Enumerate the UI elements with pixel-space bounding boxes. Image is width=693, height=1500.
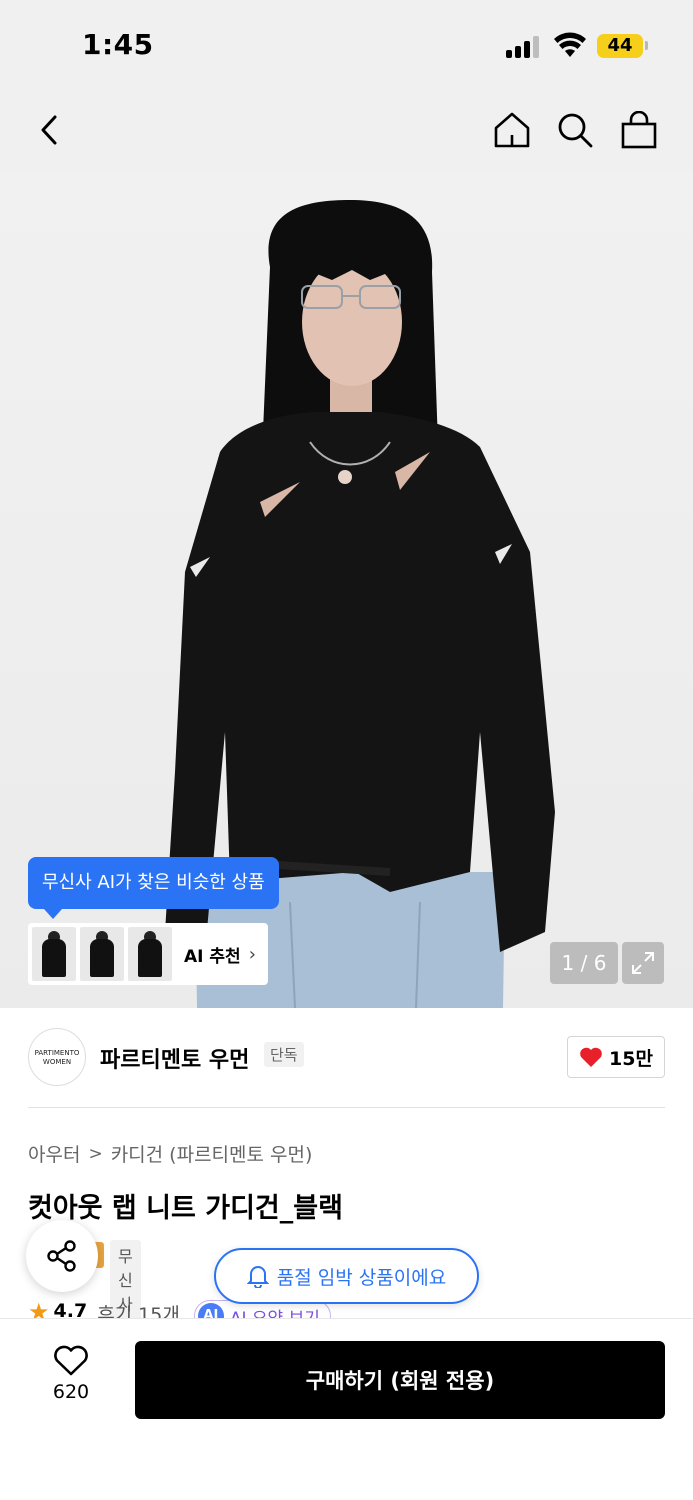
cellular-signal-icon — [506, 36, 540, 58]
fullscreen-button[interactable] — [622, 942, 664, 984]
share-icon — [47, 1240, 76, 1272]
ai-similar-tooltip[interactable]: 무신사 AI가 찾은 비슷한 상품 — [28, 857, 279, 919]
chevron-right-icon: › — [248, 943, 256, 965]
ai-recommend-thumbnail[interactable] — [128, 927, 172, 981]
brand-like-button[interactable]: 15만 — [567, 1036, 665, 1078]
battery-tip — [645, 41, 648, 50]
home-icon — [494, 112, 530, 148]
back-button[interactable] — [28, 108, 72, 152]
breadcrumb-item[interactable]: 아우터 — [28, 1140, 80, 1167]
status-time: 1:45 — [82, 28, 154, 61]
ai-recommend-thumbnail[interactable] — [80, 927, 124, 981]
brand-logo-line2: WOMEN — [42, 1058, 72, 1066]
chevron-left-icon — [41, 115, 57, 145]
breadcrumb-item[interactable]: 카디건 (파르티멘토 우먼) — [111, 1140, 313, 1167]
product-image-carousel[interactable]: 무신사 AI가 찾은 비슷한 상품 AI 추천 › 1 / 6 — [0, 172, 693, 1008]
breadcrumb-separator: > — [88, 1143, 103, 1164]
rating-score: 4.7 — [53, 1300, 88, 1318]
battery-indicator: 44 — [597, 34, 643, 58]
ai-recommend-strip[interactable]: AI 추천 › — [28, 923, 268, 985]
product-title: 컷아웃 랩 니트 가디건_블랙 — [28, 1193, 343, 1224]
heart-filled-icon — [580, 1047, 602, 1067]
wifi-icon — [554, 32, 586, 57]
wishlist-button[interactable]: 620 — [36, 1345, 106, 1415]
ai-summary-label: AI 요약 보기 — [230, 1304, 320, 1319]
soldout-notice-text: 품절 임박 상품이에요 — [276, 1266, 447, 1289]
brand-logo-line1: PARTIMENTO — [34, 1049, 80, 1057]
brand-logo[interactable]: PARTIMENTO WOMEN — [28, 1028, 86, 1086]
wishlist-count: 620 — [52, 1381, 90, 1403]
cart-button[interactable] — [617, 108, 661, 152]
top-nav — [0, 92, 693, 172]
breadcrumb: 아우터 > 카디건 (파르티멘토 우먼) — [28, 1140, 312, 1167]
search-button[interactable] — [553, 108, 597, 152]
brand-row: PARTIMENTO WOMEN 파르티멘토 우먼 단독 15만 — [28, 1028, 665, 1086]
bottom-action-bar: 620 구매하기 (회원 전용) — [0, 1318, 693, 1500]
image-page-indicator: 1 / 6 — [550, 942, 618, 984]
status-bar: 1:45 44 — [0, 0, 693, 92]
brand-like-count: 15만 — [609, 1047, 653, 1070]
bell-icon — [246, 1266, 269, 1288]
star-icon: ★ — [28, 1300, 50, 1318]
soldout-notice[interactable]: 품절 임박 상품이에요 — [214, 1248, 479, 1304]
ai-recommend-label[interactable]: AI 추천 — [184, 942, 241, 967]
buy-button[interactable]: 구매하기 (회원 전용) — [135, 1341, 665, 1419]
divider — [28, 1107, 665, 1108]
search-icon — [558, 113, 593, 148]
home-button[interactable] — [490, 108, 534, 152]
expand-icon — [632, 952, 654, 974]
share-button[interactable] — [26, 1220, 98, 1292]
ai-badge-icon: AI — [197, 1303, 224, 1318]
brand-name[interactable]: 파르티멘토 우먼 — [100, 1042, 249, 1074]
shopping-bag-icon — [621, 111, 657, 149]
review-count[interactable]: 후기 15개 — [97, 1300, 180, 1318]
heart-outline-icon — [54, 1345, 88, 1376]
ai-recommend-thumbnail[interactable] — [32, 927, 76, 981]
brand-exclusive-badge: 단독 — [264, 1042, 304, 1067]
